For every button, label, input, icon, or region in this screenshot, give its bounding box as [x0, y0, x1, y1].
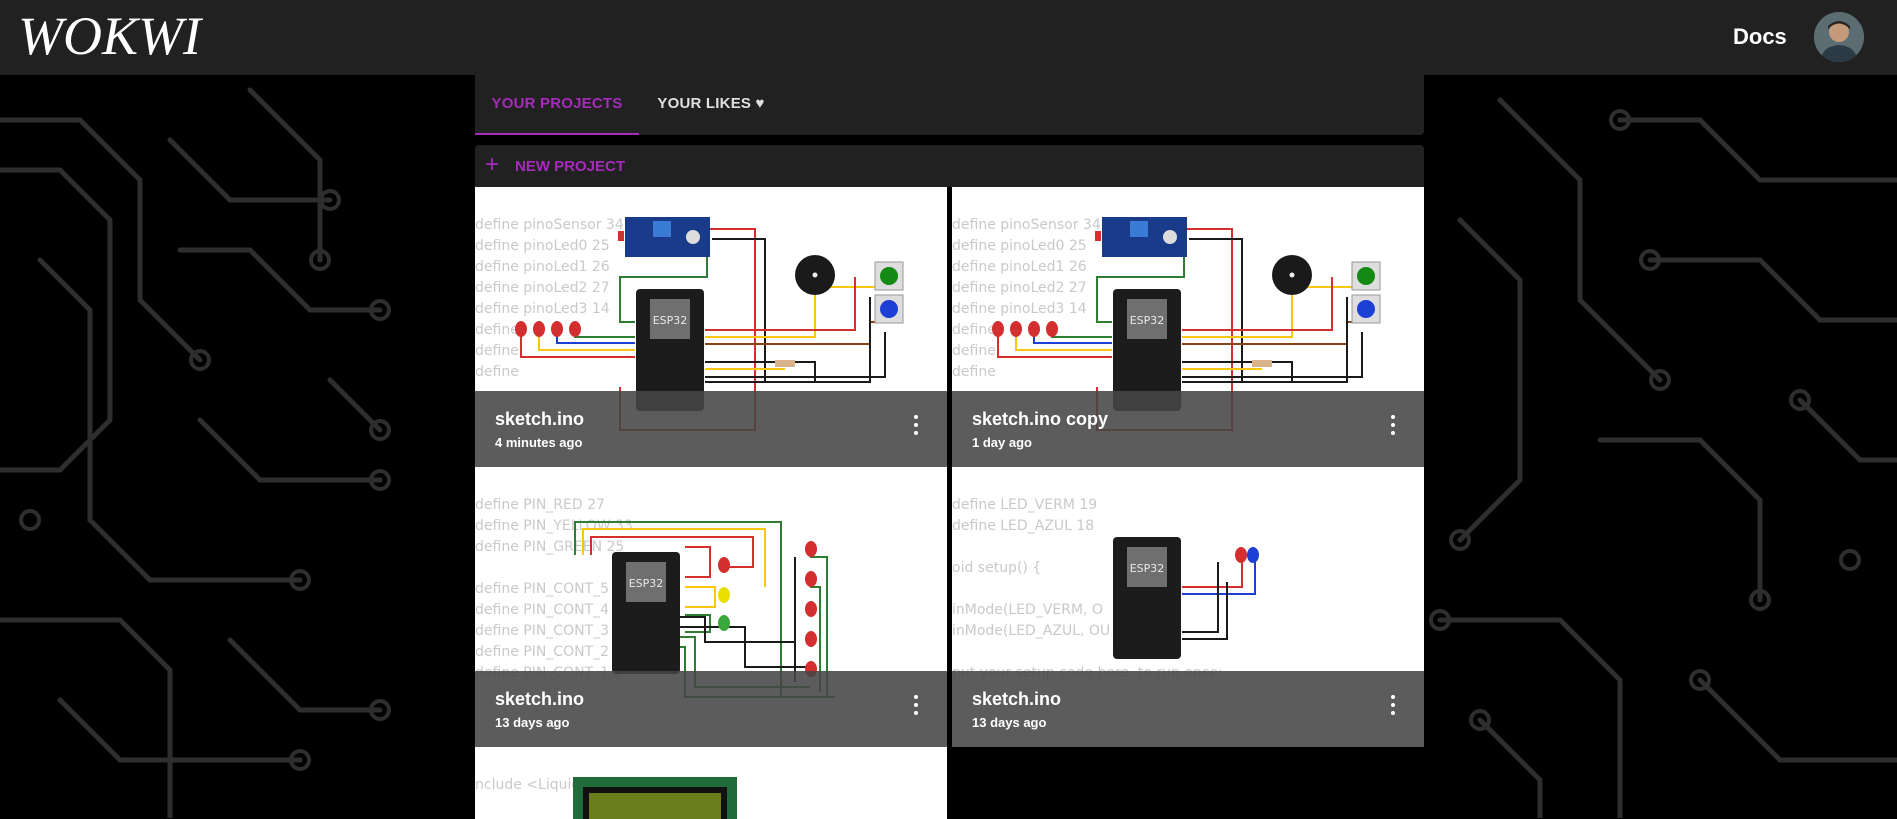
- svg-text:define pinoLed3 14: define pinoLed3 14: [952, 301, 1087, 317]
- svg-text:define: define: [475, 343, 519, 359]
- svg-text:define pinoLed2 27: define pinoLed2 27: [952, 280, 1087, 296]
- project-date: 13 days ago: [972, 715, 1047, 730]
- logo-text: WOKWI: [18, 8, 204, 62]
- project-card[interactable]: nclude <Liquid: [475, 747, 947, 819]
- card-footer: sketch.ino 13 days ago: [475, 671, 947, 747]
- project-card[interactable]: define pinoSensor 34 define pinoLed0 25 …: [952, 187, 1424, 467]
- svg-text:inMode(LED_AZUL, OU: inMode(LED_AZUL, OU: [952, 623, 1110, 639]
- avatar-image: [1814, 12, 1864, 62]
- svg-text:define PIN_CONT_3 1: define PIN_CONT_3 1: [475, 623, 622, 639]
- svg-text:ESP32: ESP32: [1130, 562, 1165, 575]
- user-avatar[interactable]: [1814, 12, 1864, 62]
- project-card[interactable]: define PIN_RED 27 define PIN_YELLOW 33 d…: [475, 467, 947, 747]
- project-title[interactable]: sketch.ino: [495, 409, 584, 430]
- tab-bar: YOUR PROJECTS YOUR LIKES ♥: [475, 75, 1424, 135]
- project-thumbnail: nclude <Liquid: [475, 777, 737, 819]
- top-bar: WOKWI Docs: [0, 0, 1897, 75]
- svg-text:define PIN_CONT_5 2: define PIN_CONT_5 2: [475, 581, 622, 597]
- new-project-label: NEW PROJECT: [515, 158, 626, 175]
- svg-text:ESP32: ESP32: [629, 577, 664, 590]
- svg-text:define: define: [475, 364, 519, 380]
- svg-text:define PIN_CONT_4: define PIN_CONT_4: [475, 602, 609, 618]
- svg-text:define PIN_RED 27: define PIN_RED 27: [475, 497, 605, 513]
- project-card[interactable]: define pinoSensor 34 define pinoLed0 25 …: [475, 187, 947, 467]
- more-vert-icon[interactable]: [1390, 415, 1396, 441]
- svg-text:define: define: [952, 364, 996, 380]
- svg-text:define: define: [952, 343, 996, 359]
- project-title[interactable]: sketch.ino: [495, 689, 584, 710]
- svg-text:define PIN_CONT_2 4: define PIN_CONT_2 4: [475, 644, 622, 660]
- more-vert-icon[interactable]: [913, 415, 919, 441]
- svg-text:define PIN_GREEN 25: define PIN_GREEN 25: [475, 539, 624, 555]
- svg-text:inMode(LED_VERM, O: inMode(LED_VERM, O: [952, 602, 1103, 618]
- svg-text:define pinoLed0 25: define pinoLed0 25: [475, 238, 610, 254]
- wokwi-logo[interactable]: WOKWI: [18, 8, 238, 62]
- project-title[interactable]: sketch.ino: [972, 689, 1061, 710]
- svg-text:define pinoLed1 26: define pinoLed1 26: [952, 259, 1087, 275]
- svg-text:define: define: [475, 322, 519, 338]
- svg-text:ESP32: ESP32: [1130, 314, 1165, 327]
- svg-text:define pinoSensor 34: define pinoSensor 34: [475, 217, 624, 233]
- docs-link[interactable]: Docs: [1733, 24, 1787, 50]
- new-project-button[interactable]: + NEW PROJECT: [475, 145, 1424, 187]
- more-vert-icon[interactable]: [1390, 695, 1396, 721]
- svg-text:define PIN_YELLOW 33: define PIN_YELLOW 33: [475, 518, 633, 534]
- svg-text:define: define: [952, 322, 996, 338]
- plus-icon: +: [485, 151, 500, 178]
- svg-text:nclude <Liquid: nclude <Liquid: [475, 777, 580, 793]
- tab-your-projects[interactable]: YOUR PROJECTS: [475, 75, 639, 135]
- svg-text:define LED_VERM 19: define LED_VERM 19: [952, 497, 1097, 513]
- svg-text:ESP32: ESP32: [653, 314, 688, 327]
- svg-text:define pinoLed2 27: define pinoLed2 27: [475, 280, 610, 296]
- card-footer: sketch.ino 13 days ago: [952, 671, 1424, 747]
- svg-text:define pinoSensor 34: define pinoSensor 34: [952, 217, 1101, 233]
- svg-text:oid setup() {: oid setup() {: [952, 560, 1041, 576]
- project-date: 13 days ago: [495, 715, 570, 730]
- project-date: 4 minutes ago: [495, 435, 583, 450]
- project-card[interactable]: define LED_VERM 19 define LED_AZUL 18 oi…: [952, 467, 1424, 747]
- svg-text:define pinoLed3 14: define pinoLed3 14: [475, 301, 610, 317]
- project-date: 1 day ago: [972, 435, 1032, 450]
- tab-your-likes[interactable]: YOUR LIKES ♥: [639, 75, 783, 135]
- more-vert-icon[interactable]: [913, 695, 919, 721]
- project-title[interactable]: sketch.ino copy: [972, 409, 1108, 430]
- card-footer: sketch.ino copy 1 day ago: [952, 391, 1424, 467]
- svg-text:define pinoLed1 26: define pinoLed1 26: [475, 259, 610, 275]
- svg-text:define LED_AZUL 18: define LED_AZUL 18: [952, 518, 1094, 534]
- card-footer: sketch.ino 4 minutes ago: [475, 391, 947, 467]
- svg-text:define pinoLed0 25: define pinoLed0 25: [952, 238, 1087, 254]
